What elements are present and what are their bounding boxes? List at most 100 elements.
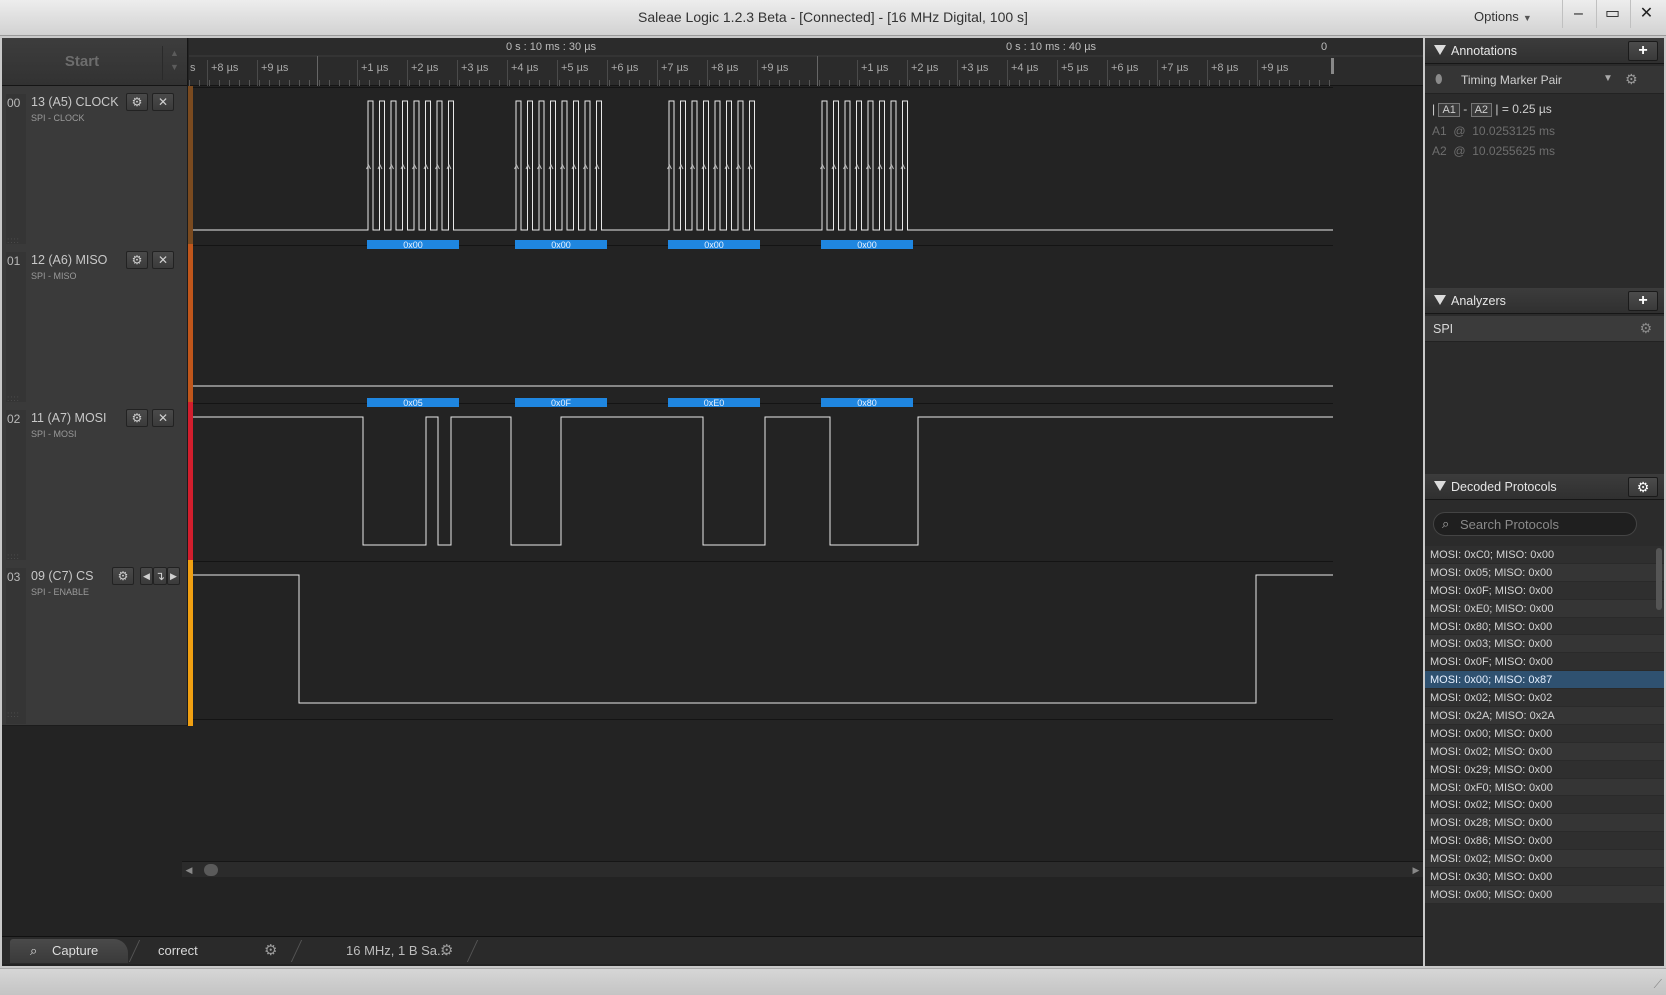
- marker-b-chip[interactable]: A2: [1470, 103, 1493, 117]
- channel-index-cell: [6, 94, 26, 250]
- protocol-row[interactable]: MOSI: 0x0F; MISO: 0x00: [1425, 653, 1664, 672]
- start-button[interactable]: Start: [2, 38, 162, 86]
- minimize-button[interactable]: –: [1562, 0, 1594, 28]
- caret-down-icon: ▼: [1522, 13, 1532, 23]
- close-icon: ✕: [157, 95, 169, 109]
- channel-settings-button[interactable]: ⚙: [126, 93, 148, 111]
- tab-session[interactable]: correct: [142, 939, 302, 963]
- protocol-row[interactable]: MOSI: 0x02; MISO: 0x00: [1425, 796, 1664, 815]
- options-menu-button[interactable]: Options ▼: [1474, 9, 1532, 24]
- miso-bubble-label: 0x00: [551, 240, 571, 250]
- time-ruler-ticks: 0 s : 10 ms : 30 µs 0 s : 10 ms : 40 µs 0 s…: [189, 41, 1423, 86]
- channel-remove-button[interactable]: ✕: [152, 409, 174, 427]
- collapse-triangle-icon[interactable]: [1434, 45, 1446, 55]
- gear-icon[interactable]: ⚙: [1625, 71, 1638, 88]
- channel-row-clock: 00 13 (A5) CLOCK SPI - CLOCK ⚙ ✕ ::::: [2, 86, 188, 252]
- resize-grip-icon[interactable]: ⟋: [1654, 977, 1662, 992]
- capture-search-icon: ⌕: [30, 943, 38, 958]
- tab-separator: [128, 940, 141, 962]
- protocol-row[interactable]: MOSI: 0xF0; MISO: 0x00: [1425, 778, 1664, 797]
- timing-marker-pair-row[interactable]: ⬮ Timing Marker Pair ▼ ⚙: [1425, 66, 1664, 94]
- channel-role: SPI - ENABLE: [31, 587, 90, 597]
- channel-role: SPI - MOSI: [31, 429, 77, 439]
- collapse-triangle-icon[interactable]: [1434, 295, 1446, 305]
- scroll-thumb[interactable]: [204, 864, 218, 876]
- search-protocols-input[interactable]: [1460, 515, 1630, 533]
- protocol-row[interactable]: MOSI: 0x02; MISO: 0x00: [1425, 850, 1664, 869]
- channel-settings-button[interactable]: ⚙: [126, 409, 148, 427]
- protocol-row[interactable]: MOSI: 0x86; MISO: 0x00: [1425, 832, 1664, 851]
- gear-icon[interactable]: ⚙: [440, 941, 453, 959]
- decoded-protocols-header[interactable]: Decoded Protocols ⚙: [1425, 474, 1664, 500]
- protocols-scroll-thumb[interactable]: [1656, 548, 1662, 610]
- maximize-button[interactable]: ▭: [1596, 0, 1628, 28]
- prev-edge-button[interactable]: ◀: [140, 567, 153, 585]
- protocol-row[interactable]: MOSI: 0x00; MISO: 0x87: [1425, 671, 1664, 690]
- decoded-protocols-list[interactable]: MOSI: 0xC0; MISO: 0x00 MOSI: 0x05; MISO: …: [1425, 546, 1664, 966]
- protocol-row[interactable]: MOSI: 0x80; MISO: 0x00: [1425, 617, 1664, 636]
- protocol-row[interactable]: MOSI: 0xC0; MISO: 0x00: [1425, 546, 1664, 564]
- analyzers-header[interactable]: Analyzers +: [1425, 288, 1664, 314]
- gear-icon[interactable]: ⚙: [1639, 320, 1652, 337]
- protocol-row[interactable]: MOSI: 0xE0; MISO: 0x00: [1425, 599, 1664, 618]
- add-analyzer-button[interactable]: +: [1628, 291, 1658, 311]
- waveform-area[interactable]: 0x00 0x00 0x00 0x00 0x05 0x0F 0xE0 0x80: [193, 87, 1423, 752]
- gear-icon[interactable]: ⚙: [264, 941, 277, 959]
- mosi-bubble-label: 0x05: [403, 398, 423, 408]
- horizontal-scrollbar[interactable]: ◀ ▶: [182, 861, 1423, 877]
- ruler-tick-label: +9 µs: [1261, 62, 1289, 74]
- start-options-arrows[interactable]: ▲ ▼: [162, 46, 186, 80]
- scroll-right-icon[interactable]: ▶: [1409, 862, 1423, 878]
- waveform-canvas: 0x00 0x00 0x00 0x00 0x05 0x0F 0xE0 0x80: [193, 87, 1333, 720]
- ruler-tick-label: +5 µs: [1061, 62, 1089, 74]
- protocol-row[interactable]: MOSI: 0x0F; MISO: 0x00: [1425, 581, 1664, 600]
- ruler-end-marker: [1331, 58, 1334, 74]
- row-resize-handle[interactable]: ::::: [7, 710, 20, 719]
- tab-capture[interactable]: ⌕ Capture: [10, 939, 128, 963]
- protocol-row[interactable]: MOSI: 0x05; MISO: 0x00: [1425, 563, 1664, 582]
- marker-a2-time: 10.0255625 ms: [1472, 144, 1555, 158]
- cs-waveform: [193, 574, 1333, 704]
- time-ruler[interactable]: 0 s : 10 ms : 30 µs 0 s : 10 ms : 40 µs 0 s…: [189, 38, 1423, 86]
- mosi-bubble-label: 0x0F: [551, 398, 572, 408]
- ruler-tick-label: +7 µs: [1161, 62, 1189, 74]
- protocol-row[interactable]: MOSI: 0x02; MISO: 0x00: [1425, 742, 1664, 761]
- channel-index-cell: [6, 568, 26, 724]
- clock-waveform: [193, 100, 1333, 231]
- channel-name: 12 (A6) MISO: [31, 253, 108, 267]
- close-window-button[interactable]: ✕: [1630, 0, 1662, 28]
- protocol-row[interactable]: MOSI: 0x28; MISO: 0x00: [1425, 814, 1664, 833]
- channel-remove-button[interactable]: ✕: [152, 93, 174, 111]
- analyzer-name: SPI: [1433, 322, 1454, 336]
- protocol-row[interactable]: MOSI: 0x30; MISO: 0x00: [1425, 868, 1664, 886]
- annotations-title: Annotations: [1451, 44, 1518, 58]
- add-annotation-button[interactable]: +: [1628, 41, 1658, 61]
- protocol-row[interactable]: MOSI: 0x00; MISO: 0x00: [1425, 724, 1664, 743]
- protocol-row[interactable]: MOSI: 0x29; MISO: 0x00: [1425, 760, 1664, 779]
- marker-a-chip[interactable]: A1: [1438, 103, 1460, 117]
- gear-icon: ⚙: [131, 253, 143, 267]
- next-edge-button[interactable]: ▶: [167, 567, 180, 585]
- decoded-protocols-title: Decoded Protocols: [1451, 480, 1557, 494]
- channel-remove-button[interactable]: ✕: [152, 251, 174, 269]
- title-bar: Saleae Logic 1.2.3 Beta - [Connected] - …: [0, 0, 1666, 36]
- edge-trigger-button[interactable]: ↴: [153, 567, 167, 585]
- analyzer-item[interactable]: SPI ⚙: [1425, 316, 1664, 342]
- protocol-row[interactable]: MOSI: 0x03; MISO: 0x00: [1425, 635, 1664, 654]
- scroll-left-icon[interactable]: ◀: [182, 862, 196, 878]
- triangle-left-icon: ◀: [143, 571, 150, 581]
- chevron-down-icon[interactable]: ▼: [1603, 73, 1613, 84]
- channel-settings-button[interactable]: ⚙: [126, 251, 148, 269]
- channel-index: 03: [7, 570, 21, 584]
- channel-settings-button[interactable]: ⚙: [112, 567, 134, 585]
- ruler-tick-label: +6 µs: [1111, 62, 1139, 74]
- decoded-protocols-settings-button[interactable]: ⚙: [1628, 477, 1658, 497]
- collapse-triangle-icon[interactable]: [1434, 481, 1446, 491]
- miso-bubble-label: 0x00: [403, 240, 423, 250]
- annotations-header[interactable]: Annotations +: [1425, 38, 1664, 64]
- search-protocols-box[interactable]: ⌕: [1433, 512, 1637, 536]
- protocol-row[interactable]: MOSI: 0x2A; MISO: 0x2A: [1425, 707, 1664, 725]
- protocol-row[interactable]: MOSI: 0x02; MISO: 0x02: [1425, 689, 1664, 708]
- protocol-row[interactable]: MOSI: 0x00; MISO: 0x00: [1425, 885, 1664, 904]
- tab-info-label: 16 MHz, 1 B Sa...: [346, 943, 448, 958]
